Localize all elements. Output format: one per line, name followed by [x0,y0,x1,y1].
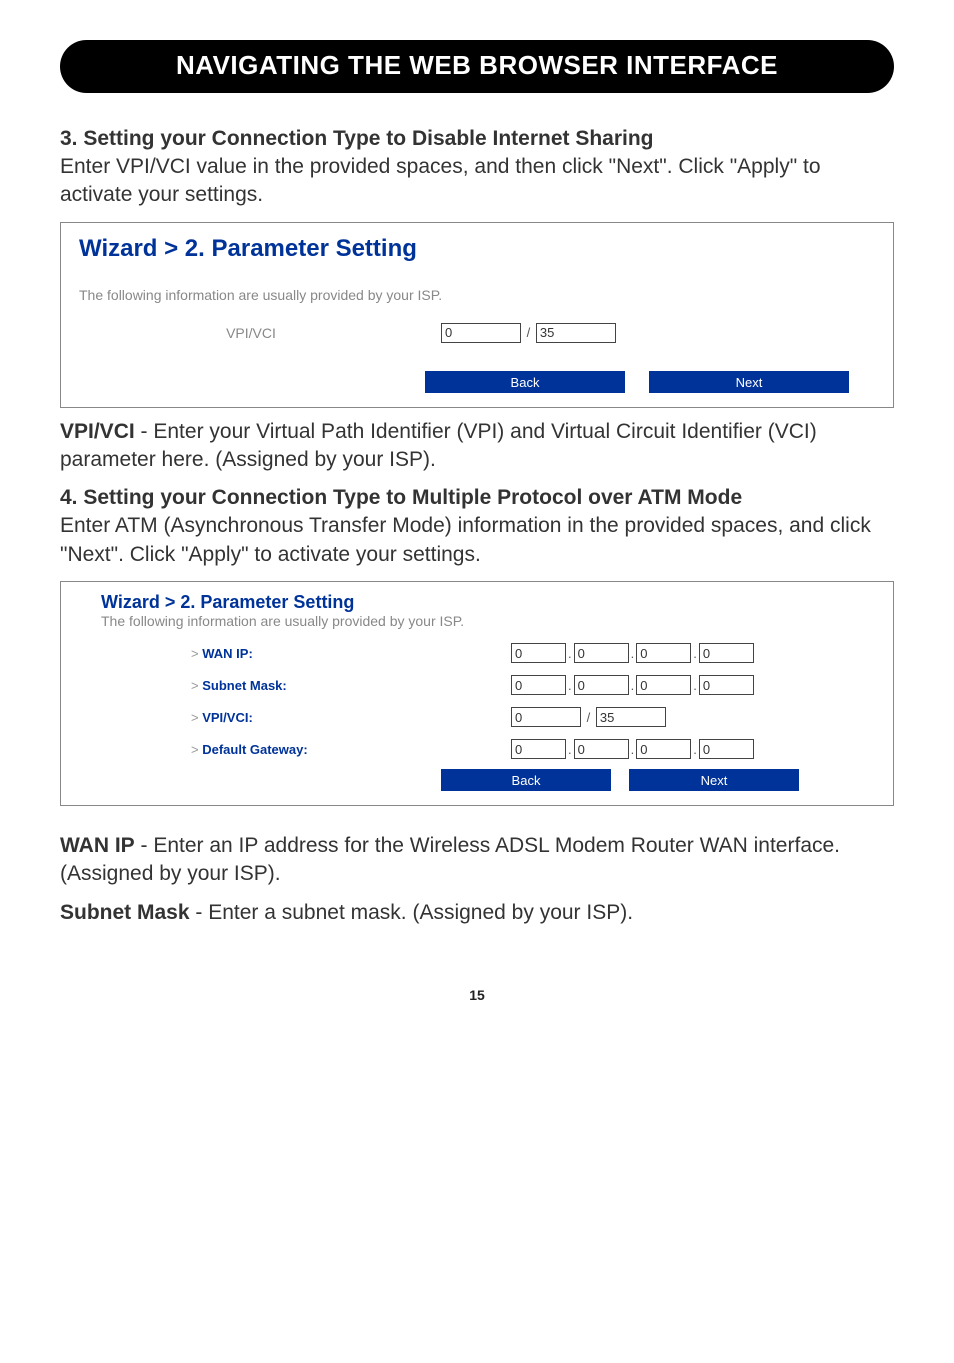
vpi-input[interactable] [441,323,521,343]
def-wan-ip-label: WAN IP [60,834,135,857]
next-button-2[interactable]: Next [629,769,799,791]
section4-heading: 4. Setting your Connection Type to Multi… [60,486,894,510]
def-subnet-label: Subnet Mask [60,901,190,924]
next-button[interactable]: Next [649,371,849,393]
wan-ip-4[interactable] [699,643,754,663]
page-title-banner: NAVIGATING THE WEB BROWSER INTERFACE [60,40,894,93]
def-subnet: Subnet Mask - Enter a subnet mask. (Assi… [60,899,894,927]
section3-heading: 3. Setting your Connection Type to Disab… [60,127,894,151]
subnet-4[interactable] [699,675,754,695]
screenshot-wizard-vpivci: Wizard > 2. Parameter Setting The follow… [60,222,894,408]
section4-body: Enter ATM (Asynchronous Transfer Mode) i… [60,512,894,569]
vpi-vci-label-2: VPI/VCI: [202,710,253,725]
wan-ip-1[interactable] [511,643,566,663]
gt-icon: > [191,646,202,661]
wizard-info-2: The following information are usually pr… [61,613,893,637]
wan-ip-3[interactable] [636,643,691,663]
back-button-2[interactable]: Back [441,769,611,791]
gateway-4[interactable] [699,739,754,759]
screenshot-wizard-atm: Wizard > 2. Parameter Setting The follow… [60,581,894,806]
gateway-1[interactable] [511,739,566,759]
gt-icon: > [191,742,202,757]
gt-icon: > [191,710,202,725]
wizard-info: The following information are usually pr… [61,287,893,317]
subnet-1[interactable] [511,675,566,695]
wan-ip-2[interactable] [574,643,629,663]
def-wan-ip: WAN IP - Enter an IP address for the Wir… [60,832,894,889]
wan-ip-label: WAN IP: [202,646,253,661]
vci-input[interactable] [536,323,616,343]
wizard-title-2: Wizard > 2. Parameter Setting [61,582,893,613]
def-vpi-vci: VPI/VCI - Enter your Virtual Path Identi… [60,418,894,475]
gateway-label: Default Gateway: [202,742,307,757]
vpi-vci-separator: / [521,325,536,340]
def-wan-ip-body: - Enter an IP address for the Wireless A… [60,834,840,885]
page-number: 15 [60,987,894,1023]
vpi-vci-label: VPI/VCI [61,325,441,341]
subnet-2[interactable] [574,675,629,695]
banner-text: NAVIGATING THE WEB BROWSER INTERFACE [176,50,778,80]
vpi-vci-separator-2: / [581,710,596,725]
back-button[interactable]: Back [425,371,625,393]
subnet-3[interactable] [636,675,691,695]
def-subnet-body: - Enter a subnet mask. (Assigned by your… [190,901,634,924]
wizard-title: Wizard > 2. Parameter Setting [61,223,893,287]
section3-body: Enter VPI/VCI value in the provided spac… [60,153,894,210]
subnet-label: Subnet Mask: [202,678,287,693]
def-vpi-vci-label: VPI/VCI [60,420,135,443]
gateway-3[interactable] [636,739,691,759]
def-vpi-vci-body: - Enter your Virtual Path Identifier (VP… [60,420,817,471]
vpi-input-2[interactable] [511,707,581,727]
vci-input-2[interactable] [596,707,666,727]
gateway-2[interactable] [574,739,629,759]
gt-icon: > [191,678,202,693]
